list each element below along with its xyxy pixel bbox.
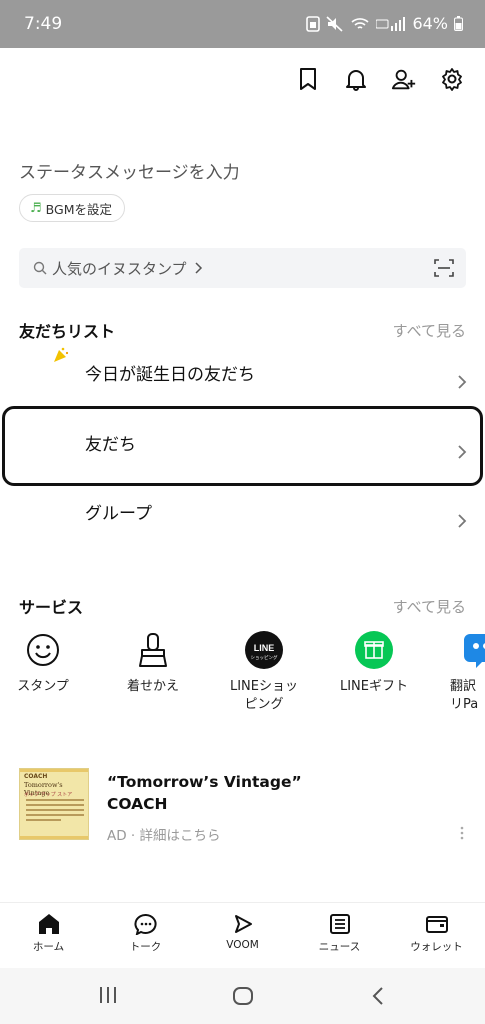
qr-scan-icon[interactable] [434,259,454,277]
system-nav-bar [0,968,485,1024]
chevron-right-icon [195,262,202,274]
service-label: LINEギフト [339,679,408,694]
services-section-title: サービス [19,598,84,617]
friends-see-all-link[interactable]: すべて見る [393,320,466,341]
signal-icon [376,16,406,31]
line-shopping-badge-subtext: ショッピング [251,654,278,661]
service-label: 翻訳リPa [450,679,479,712]
services-see-all-link[interactable]: すべて見る [393,596,466,617]
search-bar[interactable]: 人気のイヌスタンプ [19,248,466,288]
back-icon[interactable] [371,986,385,1006]
clock: 7:49 [24,14,63,34]
chevron-right-icon [458,375,467,389]
services-section-header: サービス すべて見る [19,594,466,618]
thumb-stripe [20,769,88,772]
gift-icon [354,630,394,670]
friends-section-header: 友だちリスト すべて見る [19,318,466,342]
ad-title: “Tomorrow’s Vintage” COACH [107,771,302,816]
nav-label: ニュース [318,941,361,953]
nav-label: ウォレット [410,941,463,953]
highlight-frame [2,406,483,486]
battery-percent: 64% [412,14,448,33]
party-popper-icon [54,347,69,362]
search-icon [33,261,47,275]
nav-label: トーク [129,941,162,953]
groups-label: グループ [85,504,152,524]
ad-title-line2: COACH [107,795,168,814]
service-stamp[interactable]: スタンプ [0,630,88,696]
groups-row[interactable]: グループ [0,489,485,555]
ad-banner[interactable]: COACH Tomorrow's Vintage ポップ アップ ストア “To… [19,768,466,844]
gear-icon[interactable] [439,66,465,92]
service-label: スタンプ [17,679,69,694]
news-icon [329,914,350,934]
service-label: 着せかえ [126,679,179,694]
home-button-icon[interactable] [232,986,254,1006]
recent-apps-icon[interactable] [98,986,118,1004]
services-carousel: スタンプ 着せかえ LINE ショッピング LINEショッピング LINEギフト … [0,630,485,720]
search-placeholder: 人気のイヌスタンプ [52,259,187,278]
ad-thumb-sub: ポップ アップ ストア [24,792,73,798]
battery-icon [454,16,463,31]
status-message-input[interactable]: ステータスメッセージを入力 [19,158,240,183]
wifi-icon [351,17,369,29]
bell-icon[interactable] [343,66,369,92]
ad-thumb-brand: COACH [24,773,48,780]
birthday-friends-label: 今日が誕生日の友だち [85,365,255,385]
line-shopping-badge-text: LINE [254,643,275,653]
line-shopping-icon: LINE ショッピング [244,630,284,670]
smiley-icon [23,630,63,670]
thumb-text-lines [26,799,84,824]
ad-thumbnail[interactable]: COACH Tomorrow's Vintage ポップ アップ ストア [19,768,89,840]
nav-home[interactable]: ホーム [0,903,97,968]
home-icon [38,914,59,934]
friends-section-title: 友だちリスト [19,322,116,341]
status-bar: 7:49 64% [0,0,485,48]
ad-meta[interactable]: AD · 詳細はこちら [107,824,221,844]
bgm-button[interactable]: ♬ BGMを設定 [19,194,125,222]
chevron-right-icon [458,514,467,528]
nav-label: VOOM [226,939,259,951]
header-actions [295,66,465,92]
bottom-nav: ホーム トーク VOOM ニュース ウォレット [0,902,485,968]
wallet-icon [425,916,448,933]
ad-title-line1: “Tomorrow’s Vintage” [107,773,302,791]
chat-icon [133,914,157,935]
bgm-button-label: BGMを設定 [45,201,112,217]
service-translate[interactable]: 翻訳リPa [440,630,485,713]
nav-label: ホーム [32,941,65,953]
service-theme[interactable]: 着せかえ [108,630,198,696]
mute-icon [326,15,343,32]
bookmark-icon[interactable] [295,66,321,92]
sim-icon [306,15,321,32]
service-line-shopping[interactable]: LINE ショッピング LINEショッピング [219,630,309,713]
voom-icon [234,915,252,933]
nav-wallet[interactable]: ウォレット [388,903,485,968]
nav-voom[interactable]: VOOM [194,903,291,968]
status-icons: 64% [306,14,463,33]
nav-news[interactable]: ニュース [291,903,388,968]
music-note-icon: ♬ [30,200,42,216]
translate-icon [462,630,485,670]
more-vertical-icon[interactable] [460,826,464,840]
thumb-stripe [20,836,88,839]
service-label: LINEショッピング [229,679,298,712]
service-line-gift[interactable]: LINEギフト [329,630,419,696]
add-friend-icon[interactable] [391,66,417,92]
brush-icon [133,630,173,670]
nav-talk[interactable]: トーク [97,903,194,968]
